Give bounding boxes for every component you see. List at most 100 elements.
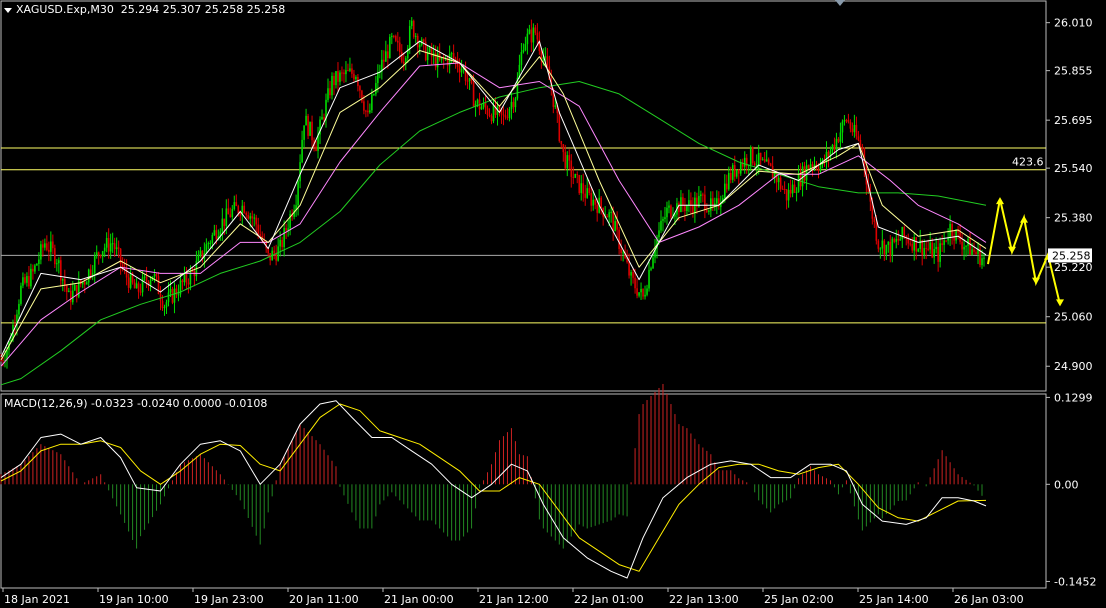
collapse-triangle-icon[interactable] xyxy=(4,7,12,13)
candle-body xyxy=(831,144,834,151)
candle-body xyxy=(87,269,90,283)
candle-body xyxy=(44,243,46,248)
candle-body xyxy=(700,194,702,197)
candle-body xyxy=(530,29,533,43)
candle-body xyxy=(56,263,58,265)
candle-body xyxy=(710,198,712,211)
candle-body xyxy=(729,172,732,180)
candle-body xyxy=(133,282,136,289)
candle-body xyxy=(668,205,670,208)
candle-body xyxy=(299,162,301,182)
candle-body xyxy=(811,164,814,167)
candle-body xyxy=(971,249,973,255)
price-y-tick-label: 25.380 xyxy=(1054,212,1093,225)
candle-body xyxy=(682,197,684,206)
x-tick-label: 25 Jan 14:00 xyxy=(859,593,929,606)
candle-body xyxy=(955,229,957,241)
candle-body xyxy=(614,221,616,232)
candle-body xyxy=(177,294,180,296)
candle-body xyxy=(933,249,935,258)
candle-body xyxy=(466,80,469,82)
candle-body xyxy=(40,244,42,260)
candle-body xyxy=(915,237,918,252)
candle-body xyxy=(486,108,489,116)
candle-body xyxy=(737,169,740,174)
candle-body xyxy=(610,211,612,213)
candle-body xyxy=(46,243,48,250)
candle-body xyxy=(227,208,230,215)
candle-body xyxy=(237,206,240,214)
candle-body xyxy=(502,114,505,116)
candle-body xyxy=(32,268,34,272)
candle-body xyxy=(385,51,387,62)
candle-body xyxy=(245,212,248,215)
candle-body xyxy=(855,124,858,137)
candle-body xyxy=(91,273,94,276)
candle-body xyxy=(594,199,596,205)
candle-body xyxy=(731,165,734,180)
candle-body xyxy=(678,203,680,213)
candle-body xyxy=(28,276,30,287)
candle-body xyxy=(712,198,714,205)
symbol-ohlc-text: XAGUSD.Exp,M30 25.294 25.307 25.258 25.2… xyxy=(16,3,286,16)
candle-body xyxy=(889,241,892,256)
candle-body xyxy=(418,44,421,48)
candle-body xyxy=(520,52,523,65)
candle-body xyxy=(873,218,876,223)
candle-body xyxy=(819,164,822,172)
candle-body xyxy=(383,59,385,62)
candle-body xyxy=(574,174,577,178)
candle-body xyxy=(945,240,947,242)
candle-body xyxy=(586,188,589,198)
current-price-label: 25.258 xyxy=(1052,249,1091,262)
candle-body xyxy=(514,98,517,108)
price-y-tick-label: 25.060 xyxy=(1054,311,1093,324)
candle-body xyxy=(937,246,939,262)
candle-body xyxy=(111,243,114,245)
candle-body xyxy=(243,205,246,213)
candle-body xyxy=(652,257,654,269)
candle-body xyxy=(387,51,389,59)
candle-body xyxy=(833,144,836,150)
candle-body xyxy=(349,68,351,71)
candle-body xyxy=(255,217,258,225)
candle-body xyxy=(311,121,313,141)
candle-body xyxy=(101,251,104,257)
candle-body xyxy=(845,120,848,122)
candle-body xyxy=(235,202,238,207)
candle-body xyxy=(706,210,708,212)
candle-body xyxy=(642,288,644,297)
candle-body xyxy=(259,234,262,236)
candle-body xyxy=(630,271,632,276)
candle-body xyxy=(95,252,98,256)
candle-body xyxy=(692,205,694,214)
candle-body xyxy=(331,75,333,96)
candle-body xyxy=(355,76,357,80)
candle-body xyxy=(221,218,224,232)
candle-body xyxy=(618,229,620,250)
candle-body xyxy=(522,50,525,53)
candle-body xyxy=(510,101,513,110)
candle-body xyxy=(622,252,624,254)
candle-body xyxy=(225,208,228,226)
candle-body xyxy=(634,277,636,289)
candle-body xyxy=(58,260,60,264)
candle-body xyxy=(361,90,363,102)
candle-body xyxy=(616,221,618,230)
candle-body xyxy=(650,268,652,270)
candle-body xyxy=(714,203,716,205)
candle-body xyxy=(925,247,927,249)
candle-body xyxy=(566,155,569,169)
candle-body xyxy=(620,249,622,254)
price-chart[interactable]: 26.010 25.855 25.695 25.540 25.380 25.220 25.0… xyxy=(0,0,1106,608)
candle-body xyxy=(398,42,401,53)
candle-body xyxy=(733,165,736,177)
candle-body xyxy=(716,198,718,204)
candle-body xyxy=(851,128,854,133)
candle-body xyxy=(307,115,309,136)
candle-body xyxy=(454,58,457,60)
candle-body xyxy=(394,36,397,41)
candle-body xyxy=(239,213,242,216)
candle-body xyxy=(141,277,144,293)
candle-body xyxy=(929,242,931,250)
